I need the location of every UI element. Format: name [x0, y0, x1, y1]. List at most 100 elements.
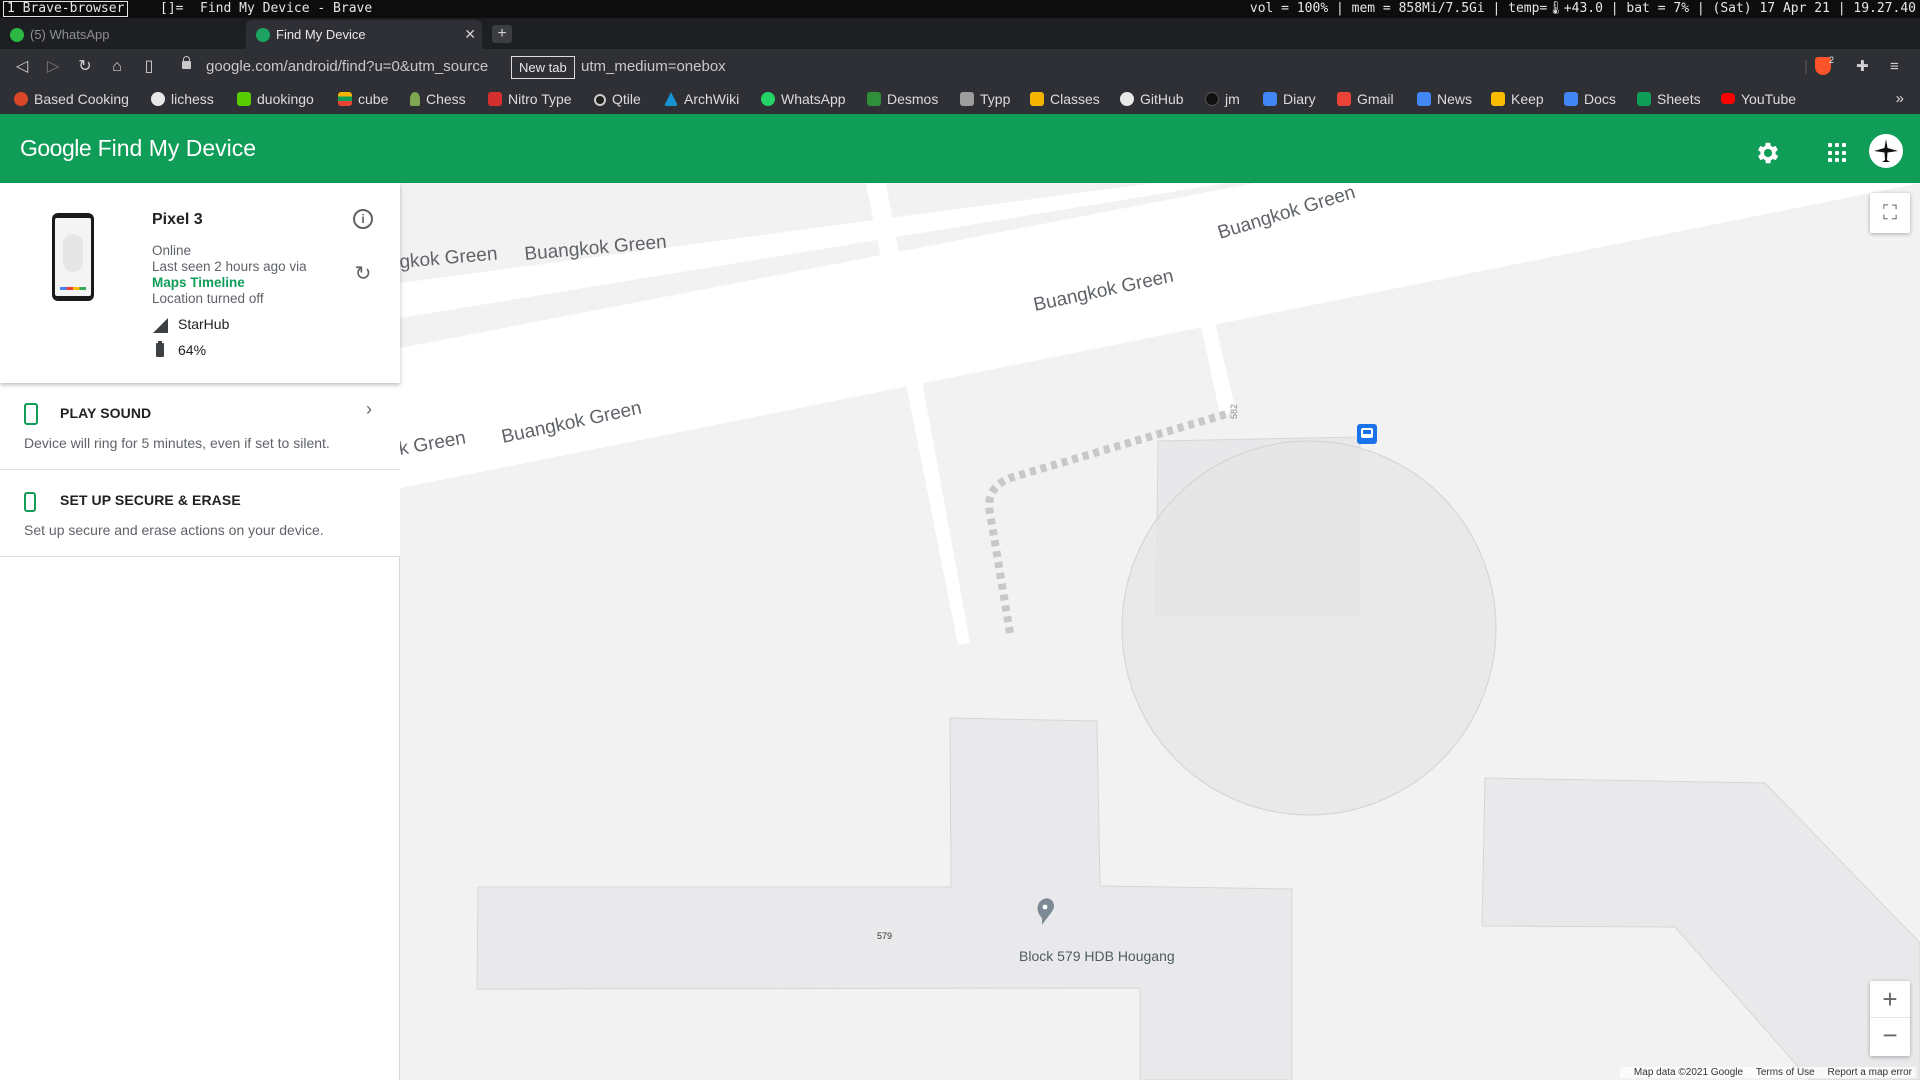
bookmark-sheets[interactable]: Sheets [1637, 84, 1701, 114]
extensions-icon[interactable]: ✚ [1856, 57, 1869, 77]
bookmark-icon[interactable]: ▯ [139, 57, 159, 77]
reload-icon[interactable]: ↻ [75, 57, 95, 77]
zoom-out-button[interactable]: − [1870, 1018, 1910, 1055]
bookmark-gmail[interactable]: Gmail [1337, 84, 1394, 114]
chevron-right-icon: › [366, 399, 372, 419]
toolbar-divider: | [1804, 58, 1808, 75]
secure-erase-title: SET UP SECURE & ERASE [60, 492, 241, 508]
bookmark-lichess[interactable]: lichess [151, 84, 214, 114]
system-status: vol = 100% | mem = 858Mi/7.5Gi | temp=🌡+… [1249, 1, 1916, 16]
google-apps-grid-icon[interactable] [1828, 143, 1848, 163]
block-number-579: 579 [877, 931, 892, 941]
settings-gear-icon[interactable] [1754, 139, 1782, 167]
device-status: Online [152, 243, 192, 258]
maps-timeline-link[interactable]: Maps Timeline [152, 275, 245, 290]
url-text-right: utm_medium=onebox [581, 58, 726, 75]
address-bar[interactable]: google.com/android/find?u=0&utm_source u… [176, 53, 1796, 80]
info-icon[interactable]: i [353, 209, 373, 229]
bookmarks-overflow-icon[interactable]: » [1896, 84, 1904, 114]
find-my-device-icon [256, 28, 270, 42]
play-sound-action[interactable]: PLAY SOUND › Device will ring for 5 minu… [0, 383, 400, 470]
map-view[interactable]: gkok Green Buangkok Green Buangkok Green… [400, 183, 1920, 1080]
bookmark-desmos[interactable]: Desmos [867, 84, 938, 114]
qtile-icon [594, 94, 606, 106]
app-header: Google Find My Device [0, 114, 1920, 183]
location-status: Location turned off [152, 291, 264, 306]
carrier-name: StarHub [178, 316, 230, 332]
bookmark-diary[interactable]: Diary [1263, 84, 1316, 114]
bookmark-jm[interactable]: jm [1205, 84, 1240, 114]
bookmark-whatsapp[interactable]: WhatsApp [761, 84, 846, 114]
map-footer: Map data ©2021 Google Terms of Use Repor… [1619, 1067, 1916, 1078]
play-sound-description: Device will ring for 5 minutes, even if … [24, 435, 330, 451]
tab-strip: (5) WhatsApp Find My Device ✕ + [0, 18, 1920, 49]
bookmark-github[interactable]: GitHub [1120, 84, 1184, 114]
whatsapp-icon [10, 28, 24, 42]
map-canvas: gkok Green Buangkok Green Buangkok Green… [400, 183, 1920, 1080]
bookmark-typp[interactable]: Typp [960, 84, 1010, 114]
bookmark-nitro-type[interactable]: Nitro Type [488, 84, 572, 114]
phone-image [52, 213, 94, 301]
nitro-type-icon [488, 92, 502, 106]
classroom-icon [1030, 92, 1044, 106]
report-map-error-link[interactable]: Report a map error [1828, 1067, 1912, 1078]
bookmark-qtile[interactable]: Qtile [594, 84, 641, 114]
back-icon[interactable]: ◁ [12, 57, 32, 77]
secure-erase-description: Set up secure and erase actions on your … [24, 522, 324, 538]
desmos-icon [867, 92, 881, 106]
zoom-in-button[interactable]: + [1870, 981, 1910, 1018]
new-tab-button[interactable]: + [492, 25, 512, 43]
terms-of-use-link[interactable]: Terms of Use [1756, 1067, 1815, 1078]
map-data-credit: Map data ©2021 Google [1633, 1067, 1744, 1078]
battery-icon [156, 341, 164, 357]
airplane-avatar-icon [1871, 136, 1901, 166]
tab-find-my-device[interactable]: Find My Device ✕ [246, 20, 482, 49]
block-579-footprint [476, 717, 1293, 1080]
battery-level: 64% [178, 342, 207, 358]
bookmark-chess[interactable]: Chess [410, 84, 466, 114]
zoom-control: + − [1870, 981, 1910, 1056]
device-name[interactable]: Pixel 3 [152, 211, 203, 229]
calendar-icon [1263, 92, 1277, 106]
bookmark-cube[interactable]: cube [338, 84, 388, 114]
new-tab-tooltip: New tab [511, 56, 575, 79]
phone-ring-icon [24, 403, 38, 425]
close-tab-icon[interactable]: ✕ [464, 20, 476, 49]
bookmark-keep[interactable]: Keep [1491, 84, 1544, 114]
lock-icon [182, 56, 191, 69]
typp-icon [960, 92, 974, 106]
tab-label: (5) WhatsApp [30, 27, 110, 42]
news-icon [1417, 92, 1431, 106]
bookmarks-bar: Based Cooking lichess duokingo cube Ches… [0, 84, 1920, 114]
secure-erase-action[interactable]: SET UP SECURE & ERASE Set up secure and … [0, 470, 400, 557]
github-icon [1120, 92, 1134, 106]
cube-icon [338, 92, 352, 106]
home-icon[interactable]: ⌂ [107, 57, 127, 77]
fullscreen-icon[interactable]: ⛶ [1870, 193, 1910, 233]
bookmark-duokingo[interactable]: duokingo [237, 84, 314, 114]
user-avatar[interactable] [1869, 134, 1903, 168]
url-text-left: google.com/android/find?u=0&utm_source [206, 58, 489, 75]
forward-icon[interactable]: ▷ [43, 57, 63, 77]
place-label[interactable]: Block 579 HDB Hougang [1019, 948, 1175, 964]
bookmark-classes[interactable]: Classes [1030, 84, 1100, 114]
workspace-indicator[interactable]: 1 Brave-browser [3, 1, 129, 17]
place-pin-dot [1042, 904, 1048, 910]
bookmark-youtube[interactable]: YouTube [1721, 84, 1796, 114]
google-find-my-device-logo[interactable]: Google Find My Device [20, 135, 256, 162]
bookmark-archwiki[interactable]: ArchWiki [664, 84, 739, 114]
bookmark-based-cooking[interactable]: Based Cooking [14, 84, 129, 114]
based-cooking-icon [14, 92, 28, 106]
sheets-icon [1637, 92, 1651, 106]
building-east [1481, 777, 1920, 1080]
bookmark-news[interactable]: News [1417, 84, 1472, 114]
menu-icon[interactable]: ≡ [1890, 57, 1899, 77]
block-number-582: 582 [1229, 404, 1239, 419]
refresh-icon[interactable]: ↻ [352, 263, 374, 285]
docs-icon [1564, 92, 1578, 106]
signal-icon [153, 318, 168, 333]
tab-whatsapp[interactable]: (5) WhatsApp [0, 20, 236, 49]
bookmark-docs[interactable]: Docs [1564, 84, 1616, 114]
window-manager-bar: 1 Brave-browser []= Find My Device - Bra… [0, 0, 1920, 18]
keep-icon [1491, 92, 1505, 106]
